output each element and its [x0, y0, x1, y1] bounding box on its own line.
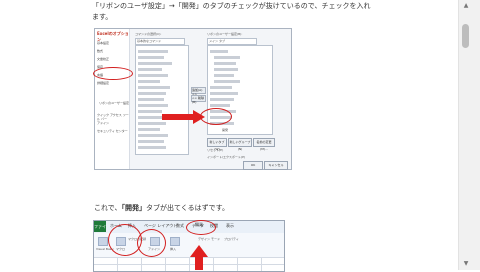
remove-button[interactable]: << 削除(R): [191, 95, 206, 104]
scrollbar-thumb[interactable]: [462, 24, 469, 48]
ribbon-label[interactable]: プロパティ: [224, 237, 239, 241]
new-tab-button[interactable]: 新しいタブ(W): [207, 138, 227, 151]
addin-highlight: [137, 229, 166, 257]
insert-control-icon[interactable]: [170, 237, 180, 246]
list-item[interactable]: [138, 122, 166, 125]
list-item[interactable]: [138, 140, 164, 143]
excel-sheet-grid: [94, 257, 284, 271]
list-item[interactable]: [138, 128, 160, 131]
ok-button[interactable]: OK: [243, 161, 263, 170]
scroll-down-arrow-icon[interactable]: ▼: [461, 260, 471, 268]
sidebar-item[interactable]: クイック アクセス ツール バー: [97, 113, 129, 121]
sidebar-item[interactable]: 文章校正: [97, 57, 109, 61]
list-item[interactable]: [138, 50, 168, 53]
ribbon-label[interactable]: デザイン モード: [198, 237, 220, 241]
right-arrow-icon: [162, 114, 195, 120]
developer-tab-checkbox-label[interactable]: 開発: [222, 128, 228, 132]
developer-checkbox-highlight: [200, 108, 232, 125]
result-highlight: 「開発」: [121, 204, 147, 212]
commands-combo[interactable]: 基本的なコマンド: [135, 38, 185, 45]
sidebar-item[interactable]: 詳細設定: [97, 81, 109, 85]
list-item[interactable]: [138, 104, 168, 107]
commands-list[interactable]: [135, 45, 189, 155]
list-item[interactable]: [214, 80, 240, 83]
list-item[interactable]: [138, 80, 160, 83]
list-item[interactable]: [214, 62, 236, 65]
sidebar-item[interactable]: 数式: [97, 49, 103, 53]
list-item[interactable]: [210, 86, 232, 89]
rename-label: 名前の変更(M)...: [256, 140, 272, 151]
new-group-button[interactable]: 新しいグループ(N): [228, 138, 252, 151]
reset-label[interactable]: リセット(E): [207, 148, 223, 152]
result-prefix: これで、: [94, 204, 122, 212]
list-item[interactable]: [138, 92, 166, 95]
list-item[interactable]: [138, 68, 162, 71]
list-item[interactable]: [214, 56, 240, 59]
list-item[interactable]: [138, 74, 168, 77]
excel-file-tab[interactable]: ファイル: [94, 221, 106, 240]
add-button[interactable]: 追加(A) >>: [191, 87, 206, 96]
ribbon-combo-value: メイン タブ: [209, 39, 225, 43]
rename-button[interactable]: 名前の変更(M)...: [253, 138, 275, 151]
excel-tab[interactable]: 表示: [226, 223, 234, 229]
commands-combo-value: 基本的なコマンド: [137, 39, 162, 43]
list-item[interactable]: [214, 68, 238, 71]
instruction-line-2: ます。: [92, 13, 113, 21]
remove-button-label: << 削除(R): [192, 96, 204, 104]
cancel-label: キャンセル: [268, 163, 284, 167]
list-item[interactable]: [138, 56, 164, 59]
list-item[interactable]: [138, 110, 162, 113]
list-item[interactable]: [210, 98, 234, 101]
list-item[interactable]: [138, 98, 164, 101]
list-item[interactable]: [210, 50, 228, 53]
import-export-label[interactable]: インポート/エクスポート(P): [207, 155, 245, 159]
excel-tab-developer[interactable]: 開発: [195, 222, 203, 228]
list-item[interactable]: [138, 62, 172, 65]
sidebar-item[interactable]: アドイン: [97, 121, 109, 125]
excel-options-dialog-image: Excelのオプション 基本設定 数式 文章校正 保存 言語 詳細設定 リボンの…: [94, 28, 292, 170]
options-sidebar: Excelのオプション 基本設定 数式 文章校正 保存 言語 詳細設定 リボンの…: [95, 29, 130, 169]
list-item[interactable]: [138, 146, 166, 149]
new-group-label: 新しいグループ(N): [229, 140, 251, 151]
cancel-button[interactable]: キャンセル: [264, 161, 288, 170]
visual-basic-icon[interactable]: [98, 237, 108, 246]
list-item[interactable]: [214, 74, 234, 77]
ribbon-combo[interactable]: メイン タブ: [207, 38, 257, 45]
ribbon-header: リボンのユーザー設定(B):: [207, 32, 243, 36]
up-arrow-body: [195, 256, 203, 270]
result-suffix: タブが出てくるはずです。: [146, 204, 229, 212]
excel-tab[interactable]: 数式: [176, 223, 184, 229]
sidebar-item-customize-ribbon[interactable]: リボンのユーザー設定: [99, 101, 129, 105]
instruction-line-1: 「リボンのユーザ設定」→「開発」のタブのチェックが抜けているので、チェックを入れ: [92, 2, 371, 10]
list-item[interactable]: [210, 92, 238, 95]
list-item[interactable]: [138, 86, 170, 89]
browser-page: 「リボンのユーザ設定」→「開発」のタブのチェックが抜けているので、チェックを入れ…: [0, 0, 480, 272]
sidebar-item[interactable]: セキュリティ センター: [97, 129, 128, 133]
commands-header: コマンドの選択(C):: [135, 32, 162, 36]
instruction-line-3: これで、「開発」タブが出てくるはずです。: [94, 203, 229, 213]
ribbon-label: 挿入: [170, 247, 177, 251]
list-item[interactable]: [210, 104, 230, 107]
scroll-up-arrow-icon[interactable]: ▲: [461, 2, 471, 10]
customize-ribbon-highlight: [93, 67, 133, 80]
ok-label: OK: [250, 163, 256, 167]
sidebar-item[interactable]: 基本設定: [97, 41, 109, 45]
list-item[interactable]: [138, 134, 168, 137]
